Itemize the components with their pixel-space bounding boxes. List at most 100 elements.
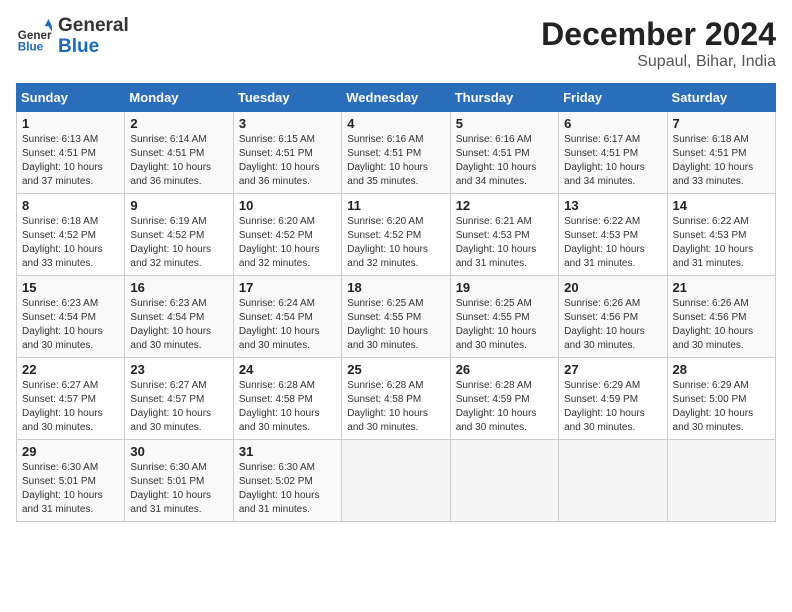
weekday-header-friday: Friday xyxy=(559,84,667,112)
logo: General Blue General Blue xyxy=(16,16,129,58)
day-number: 26 xyxy=(456,362,553,377)
calendar-cell: 28 Sunrise: 6:29 AM Sunset: 5:00 PM Dayl… xyxy=(667,358,775,440)
weekday-header-monday: Monday xyxy=(125,84,233,112)
day-info: Sunrise: 6:26 AM Sunset: 4:56 PM Dayligh… xyxy=(673,297,770,353)
calendar-cell: 30 Sunrise: 6:30 AM Sunset: 5:01 PM Dayl… xyxy=(125,440,233,522)
day-info: Sunrise: 6:20 AM Sunset: 4:52 PM Dayligh… xyxy=(239,215,336,271)
day-number: 11 xyxy=(347,198,444,213)
calendar-cell: 2 Sunrise: 6:14 AM Sunset: 4:51 PM Dayli… xyxy=(125,112,233,194)
calendar-cell xyxy=(667,440,775,522)
day-info: Sunrise: 6:23 AM Sunset: 4:54 PM Dayligh… xyxy=(130,297,227,353)
day-number: 3 xyxy=(239,116,336,131)
day-number: 12 xyxy=(456,198,553,213)
calendar-cell xyxy=(450,440,558,522)
calendar-week-row: 15 Sunrise: 6:23 AM Sunset: 4:54 PM Dayl… xyxy=(17,276,776,358)
logo-icon: General Blue xyxy=(16,19,52,55)
calendar-cell: 5 Sunrise: 6:16 AM Sunset: 4:51 PM Dayli… xyxy=(450,112,558,194)
calendar-cell: 12 Sunrise: 6:21 AM Sunset: 4:53 PM Dayl… xyxy=(450,194,558,276)
day-info: Sunrise: 6:18 AM Sunset: 4:52 PM Dayligh… xyxy=(22,215,119,271)
calendar-cell: 23 Sunrise: 6:27 AM Sunset: 4:57 PM Dayl… xyxy=(125,358,233,440)
day-info: Sunrise: 6:30 AM Sunset: 5:01 PM Dayligh… xyxy=(130,461,227,517)
day-number: 13 xyxy=(564,198,661,213)
day-info: Sunrise: 6:28 AM Sunset: 4:58 PM Dayligh… xyxy=(239,379,336,435)
day-info: Sunrise: 6:18 AM Sunset: 4:51 PM Dayligh… xyxy=(673,133,770,189)
day-number: 25 xyxy=(347,362,444,377)
calendar-cell: 9 Sunrise: 6:19 AM Sunset: 4:52 PM Dayli… xyxy=(125,194,233,276)
calendar-cell: 29 Sunrise: 6:30 AM Sunset: 5:01 PM Dayl… xyxy=(17,440,125,522)
calendar-cell: 4 Sunrise: 6:16 AM Sunset: 4:51 PM Dayli… xyxy=(342,112,450,194)
svg-text:Blue: Blue xyxy=(18,40,44,53)
weekday-header-sunday: Sunday xyxy=(17,84,125,112)
calendar-cell: 27 Sunrise: 6:29 AM Sunset: 4:59 PM Dayl… xyxy=(559,358,667,440)
day-number: 9 xyxy=(130,198,227,213)
day-number: 7 xyxy=(673,116,770,131)
day-info: Sunrise: 6:28 AM Sunset: 4:59 PM Dayligh… xyxy=(456,379,553,435)
day-number: 18 xyxy=(347,280,444,295)
day-info: Sunrise: 6:13 AM Sunset: 4:51 PM Dayligh… xyxy=(22,133,119,189)
day-number: 14 xyxy=(673,198,770,213)
day-number: 4 xyxy=(347,116,444,131)
day-info: Sunrise: 6:15 AM Sunset: 4:51 PM Dayligh… xyxy=(239,133,336,189)
day-number: 29 xyxy=(22,444,119,459)
weekday-header-thursday: Thursday xyxy=(450,84,558,112)
calendar-cell: 16 Sunrise: 6:23 AM Sunset: 4:54 PM Dayl… xyxy=(125,276,233,358)
calendar-cell: 25 Sunrise: 6:28 AM Sunset: 4:58 PM Dayl… xyxy=(342,358,450,440)
calendar-cell xyxy=(559,440,667,522)
logo-blue-text: Blue xyxy=(58,37,129,58)
calendar-cell: 17 Sunrise: 6:24 AM Sunset: 4:54 PM Dayl… xyxy=(233,276,341,358)
calendar-cell: 18 Sunrise: 6:25 AM Sunset: 4:55 PM Dayl… xyxy=(342,276,450,358)
day-number: 22 xyxy=(22,362,119,377)
day-info: Sunrise: 6:19 AM Sunset: 4:52 PM Dayligh… xyxy=(130,215,227,271)
calendar-week-row: 29 Sunrise: 6:30 AM Sunset: 5:01 PM Dayl… xyxy=(17,440,776,522)
calendar-cell: 22 Sunrise: 6:27 AM Sunset: 4:57 PM Dayl… xyxy=(17,358,125,440)
day-info: Sunrise: 6:20 AM Sunset: 4:52 PM Dayligh… xyxy=(347,215,444,271)
calendar-cell xyxy=(342,440,450,522)
calendar-cell: 10 Sunrise: 6:20 AM Sunset: 4:52 PM Dayl… xyxy=(233,194,341,276)
calendar-week-row: 8 Sunrise: 6:18 AM Sunset: 4:52 PM Dayli… xyxy=(17,194,776,276)
calendar-cell: 13 Sunrise: 6:22 AM Sunset: 4:53 PM Dayl… xyxy=(559,194,667,276)
logo-general-text: General xyxy=(58,16,129,37)
calendar-cell: 21 Sunrise: 6:26 AM Sunset: 4:56 PM Dayl… xyxy=(667,276,775,358)
day-number: 10 xyxy=(239,198,336,213)
weekday-header-saturday: Saturday xyxy=(667,84,775,112)
calendar-cell: 14 Sunrise: 6:22 AM Sunset: 4:53 PM Dayl… xyxy=(667,194,775,276)
day-info: Sunrise: 6:23 AM Sunset: 4:54 PM Dayligh… xyxy=(22,297,119,353)
calendar-cell: 26 Sunrise: 6:28 AM Sunset: 4:59 PM Dayl… xyxy=(450,358,558,440)
day-info: Sunrise: 6:22 AM Sunset: 4:53 PM Dayligh… xyxy=(673,215,770,271)
day-number: 23 xyxy=(130,362,227,377)
day-info: Sunrise: 6:26 AM Sunset: 4:56 PM Dayligh… xyxy=(564,297,661,353)
calendar-cell: 20 Sunrise: 6:26 AM Sunset: 4:56 PM Dayl… xyxy=(559,276,667,358)
day-info: Sunrise: 6:30 AM Sunset: 5:02 PM Dayligh… xyxy=(239,461,336,517)
calendar-week-row: 1 Sunrise: 6:13 AM Sunset: 4:51 PM Dayli… xyxy=(17,112,776,194)
day-info: Sunrise: 6:25 AM Sunset: 4:55 PM Dayligh… xyxy=(347,297,444,353)
day-number: 19 xyxy=(456,280,553,295)
day-info: Sunrise: 6:24 AM Sunset: 4:54 PM Dayligh… xyxy=(239,297,336,353)
day-number: 31 xyxy=(239,444,336,459)
day-number: 24 xyxy=(239,362,336,377)
day-info: Sunrise: 6:29 AM Sunset: 5:00 PM Dayligh… xyxy=(673,379,770,435)
page-header: General Blue General Blue December 2024 … xyxy=(16,16,776,71)
day-number: 21 xyxy=(673,280,770,295)
calendar-cell: 7 Sunrise: 6:18 AM Sunset: 4:51 PM Dayli… xyxy=(667,112,775,194)
calendar-cell: 15 Sunrise: 6:23 AM Sunset: 4:54 PM Dayl… xyxy=(17,276,125,358)
day-info: Sunrise: 6:27 AM Sunset: 4:57 PM Dayligh… xyxy=(22,379,119,435)
calendar-cell: 31 Sunrise: 6:30 AM Sunset: 5:02 PM Dayl… xyxy=(233,440,341,522)
day-number: 1 xyxy=(22,116,119,131)
calendar-week-row: 22 Sunrise: 6:27 AM Sunset: 4:57 PM Dayl… xyxy=(17,358,776,440)
calendar-table: SundayMondayTuesdayWednesdayThursdayFrid… xyxy=(16,83,776,522)
day-info: Sunrise: 6:17 AM Sunset: 4:51 PM Dayligh… xyxy=(564,133,661,189)
day-number: 28 xyxy=(673,362,770,377)
day-info: Sunrise: 6:29 AM Sunset: 4:59 PM Dayligh… xyxy=(564,379,661,435)
day-info: Sunrise: 6:14 AM Sunset: 4:51 PM Dayligh… xyxy=(130,133,227,189)
calendar-cell: 1 Sunrise: 6:13 AM Sunset: 4:51 PM Dayli… xyxy=(17,112,125,194)
calendar-cell: 24 Sunrise: 6:28 AM Sunset: 4:58 PM Dayl… xyxy=(233,358,341,440)
title-block: December 2024 Supaul, Bihar, India xyxy=(541,16,776,71)
day-info: Sunrise: 6:21 AM Sunset: 4:53 PM Dayligh… xyxy=(456,215,553,271)
day-number: 5 xyxy=(456,116,553,131)
day-info: Sunrise: 6:25 AM Sunset: 4:55 PM Dayligh… xyxy=(456,297,553,353)
day-number: 8 xyxy=(22,198,119,213)
day-info: Sunrise: 6:22 AM Sunset: 4:53 PM Dayligh… xyxy=(564,215,661,271)
location-subtitle: Supaul, Bihar, India xyxy=(541,53,776,71)
calendar-cell: 11 Sunrise: 6:20 AM Sunset: 4:52 PM Dayl… xyxy=(342,194,450,276)
day-number: 30 xyxy=(130,444,227,459)
